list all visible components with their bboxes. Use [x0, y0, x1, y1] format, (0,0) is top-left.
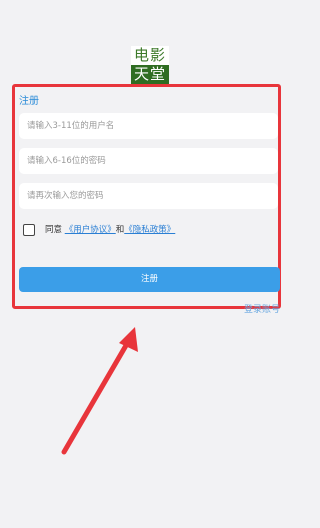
pointer-arrow	[61, 327, 138, 455]
